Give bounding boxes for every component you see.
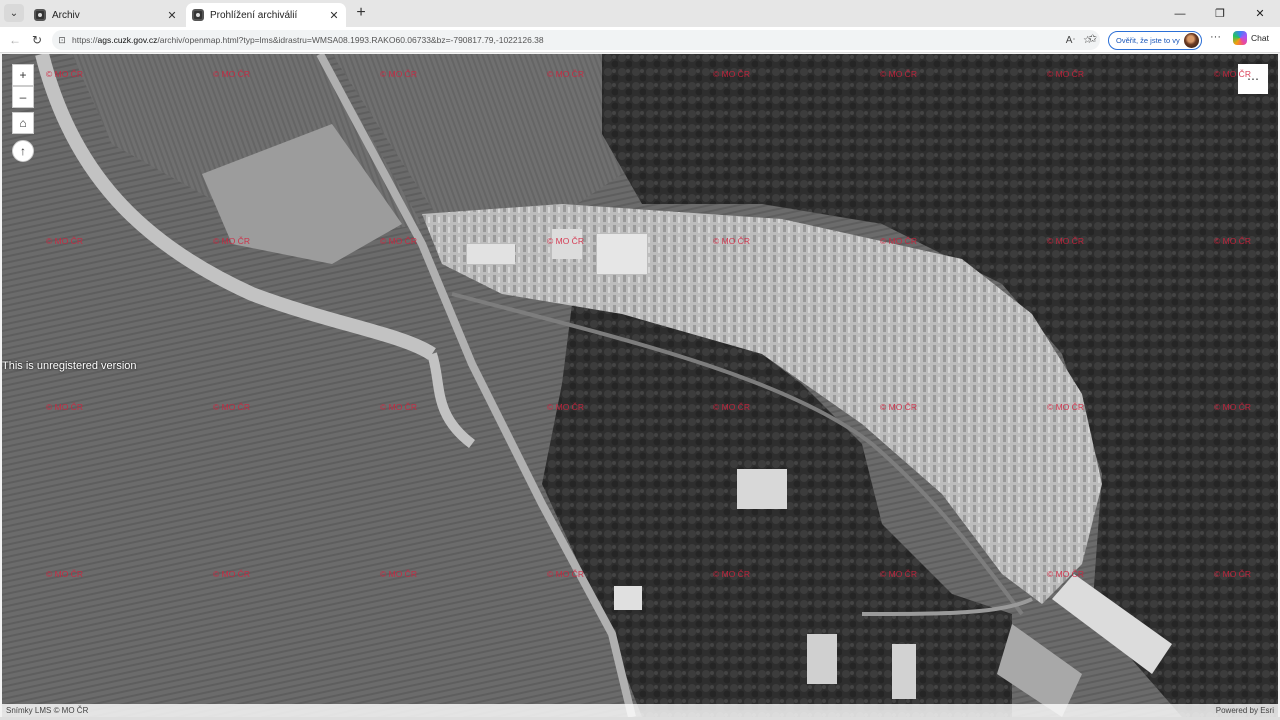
- tab-title: Archiv: [52, 9, 80, 21]
- url-protocol: https://: [72, 35, 98, 45]
- chat-label: Chat: [1251, 33, 1269, 43]
- watermark-label: © MO ČR: [880, 236, 917, 246]
- watermark-label: © MO ČR: [46, 69, 83, 79]
- watermark-label: © MO ČR: [547, 569, 584, 579]
- watermark-label: © MO ČR: [547, 69, 584, 79]
- zoom-out-button[interactable]: –: [12, 86, 34, 108]
- watermark-label: © MO ČR: [880, 569, 917, 579]
- watermark-label: © MO ČR: [213, 569, 250, 579]
- compass-button[interactable]: ↑: [12, 140, 34, 162]
- watermark-label: © MO ČR: [46, 236, 83, 246]
- watermark-label: © MO ČR: [1214, 236, 1251, 246]
- watermark-label: © MO ČR: [1047, 402, 1084, 412]
- aerial-imagery: [2, 54, 1278, 717]
- aerial-map[interactable]: + – ⌂ ↑ ⋯ © MO ČR © MO ČR © MO ČR © MO ČR © …: [2, 54, 1278, 717]
- watermark-label: © MO ČR: [713, 236, 750, 246]
- watermark-label: © MO ČR: [713, 569, 750, 579]
- watermark-label: © MO ČR: [213, 69, 250, 79]
- verify-identity-button[interactable]: Ověřit, že jste to vy: [1108, 31, 1202, 50]
- tab-prohlizeni-archivalii[interactable]: Prohlížení archiválií ✕: [186, 3, 346, 27]
- reload-icon: ↻: [31, 33, 43, 47]
- verify-label: Ověřit, že jste to vy: [1116, 36, 1180, 45]
- reload-button[interactable]: ↻: [28, 31, 46, 49]
- close-tab-icon[interactable]: ✕: [164, 9, 180, 22]
- unregistered-notice: This is unregistered version: [2, 360, 137, 372]
- close-window-button[interactable]: ✕: [1240, 0, 1280, 27]
- watermark-label: © MO ČR: [1214, 569, 1251, 579]
- window-controls: — ❐ ✕: [1160, 0, 1280, 27]
- imagery-credit: Snímky LMS © MO ČR: [6, 706, 89, 715]
- site-info-icon[interactable]: ⊡: [52, 35, 72, 46]
- copilot-chat-button[interactable]: Chat: [1233, 31, 1269, 45]
- read-aloud-icon[interactable]: Aᐧ: [1066, 35, 1075, 46]
- tab-bar: ⌄ Archiv ✕ Prohlížení archiválií ✕ + — ❐…: [0, 0, 1280, 27]
- new-tab-button[interactable]: +: [352, 4, 370, 22]
- watermark-label: © MO ČR: [380, 402, 417, 412]
- watermark-label: © MO ČR: [880, 69, 917, 79]
- watermark-label: © MO ČR: [1214, 402, 1251, 412]
- tab-archiv[interactable]: Archiv ✕: [28, 3, 184, 27]
- minimize-button[interactable]: —: [1160, 0, 1200, 27]
- site-favicon-icon: [192, 9, 204, 21]
- url-path: /archiv/openmap.html?typ=lms&idrastru=WM…: [157, 35, 544, 45]
- watermark-label: © MO ČR: [46, 569, 83, 579]
- watermark-label: © MO ČR: [713, 402, 750, 412]
- favorites-icon[interactable]: ✩: [1088, 32, 1097, 45]
- watermark-label: © MO ČR: [1214, 69, 1251, 79]
- back-button[interactable]: ←: [6, 31, 24, 49]
- url-text[interactable]: https://ags.cuzk.gov.cz/archiv/openmap.h…: [72, 35, 1066, 45]
- arrow-left-icon: ←: [9, 33, 21, 47]
- attribution-bar: Snímky LMS © MO ČR Powered by Esri: [2, 704, 1278, 717]
- address-bar[interactable]: ⊡ https://ags.cuzk.gov.cz/archiv/openmap…: [52, 30, 1100, 50]
- watermark-label: © MO ČR: [380, 236, 417, 246]
- watermark-label: © MO ČR: [880, 402, 917, 412]
- watermark-label: © MO ČR: [1047, 69, 1084, 79]
- compass-arrow-icon: ↑: [20, 144, 26, 158]
- close-tab-icon[interactable]: ✕: [326, 9, 342, 22]
- site-favicon-icon: [34, 9, 46, 21]
- url-host: ags.cuzk.gov.cz: [97, 35, 158, 45]
- restore-button[interactable]: ❐: [1200, 0, 1240, 27]
- watermark-label: © MO ČR: [547, 402, 584, 412]
- watermark-label: © MO ČR: [1047, 569, 1084, 579]
- watermark-label: © MO ČR: [380, 69, 417, 79]
- powered-by-credit: Powered by Esri: [1215, 706, 1274, 715]
- watermark-label: © MO ČR: [1047, 236, 1084, 246]
- tab-actions-menu[interactable]: ⌄: [4, 4, 24, 22]
- home-icon: ⌂: [19, 116, 27, 130]
- home-button[interactable]: ⌂: [12, 112, 34, 134]
- more-options-icon[interactable]: ···: [1210, 31, 1221, 43]
- chevron-down-icon: ⌄: [9, 7, 19, 19]
- tab-title: Prohlížení archiválií: [210, 9, 298, 21]
- watermark-label: © MO ČR: [547, 236, 584, 246]
- avatar: [1184, 33, 1199, 48]
- zoom-in-button[interactable]: +: [12, 64, 34, 86]
- watermark-label: © MO ČR: [713, 69, 750, 79]
- copilot-icon: [1233, 31, 1247, 45]
- watermark-label: © MO ČR: [213, 402, 250, 412]
- browser-toolbar: ← ↻ ⊡ https://ags.cuzk.gov.cz/archiv/ope…: [0, 27, 1280, 53]
- watermark-label: © MO ČR: [213, 236, 250, 246]
- watermark-label: © MO ČR: [46, 402, 83, 412]
- watermark-label: © MO ČR: [380, 569, 417, 579]
